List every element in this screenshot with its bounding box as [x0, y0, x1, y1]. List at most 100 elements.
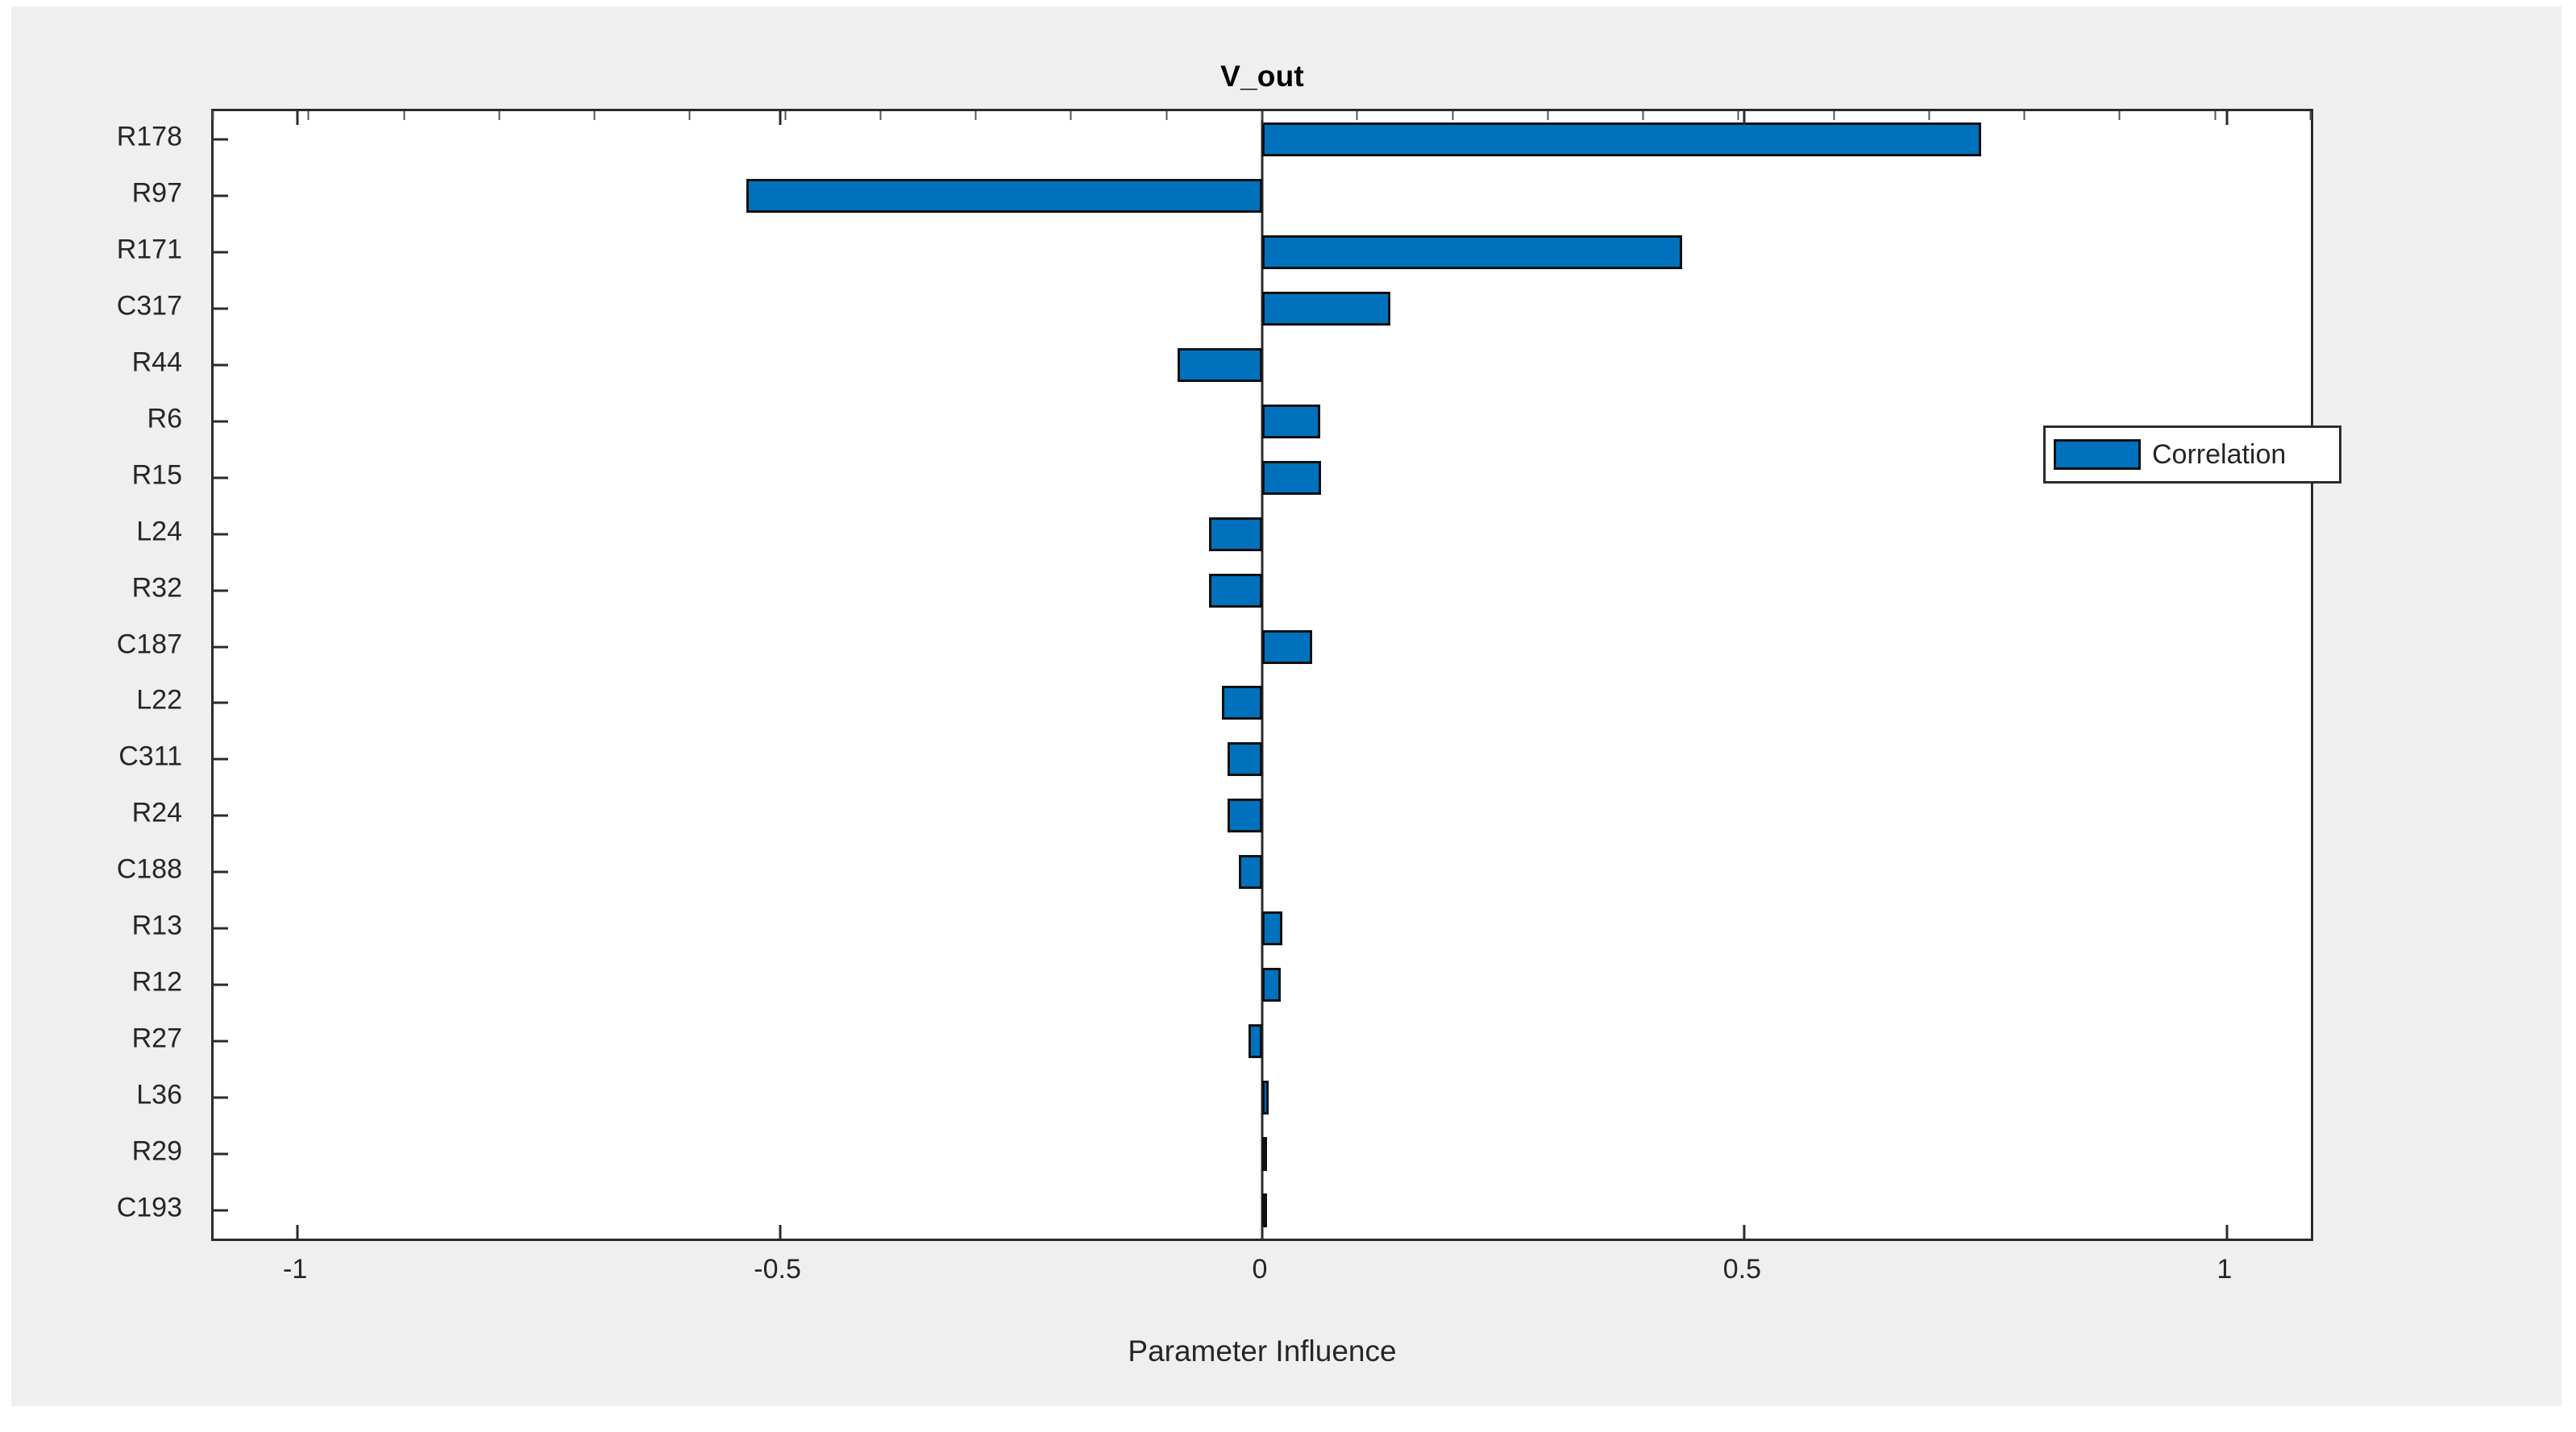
bar-r32[interactable]	[214, 573, 2311, 608]
y-tick-label-c193: C193	[116, 1192, 182, 1223]
y-tick-label-c188: C188	[116, 853, 182, 885]
y-tick-mark-c188	[214, 870, 228, 874]
x-tick-mark-top-1	[2225, 111, 2229, 125]
y-tick-mark-c317	[214, 307, 228, 310]
x-minor-tick-top	[2023, 111, 2025, 120]
bar-rect-l24	[1209, 517, 1262, 551]
bar-rect-c317	[1262, 291, 1391, 326]
bar-c188[interactable]	[214, 855, 2311, 890]
x-minor-tick-top	[1737, 111, 1739, 120]
x-minor-tick-top	[1070, 111, 1072, 120]
x-minor-tick-top	[1547, 111, 1549, 120]
y-tick-mark-c193	[214, 1209, 228, 1212]
bar-rect-r97	[746, 178, 1262, 213]
bar-l24[interactable]	[214, 517, 2311, 551]
y-tick-label-r32: R32	[131, 572, 182, 604]
x-tick-mark-0_5	[1743, 1225, 1746, 1239]
bar-rect-r15	[1262, 460, 1321, 495]
y-tick-mark-r24	[214, 814, 228, 817]
figure-edge-top	[0, 0, 2576, 6]
y-tick-label-l36: L36	[136, 1079, 182, 1110]
bar-r29[interactable]	[214, 1137, 2311, 1172]
bar-rect-r13	[1262, 911, 1283, 946]
x-minor-tick-top	[1261, 111, 1263, 120]
bar-rect-r6	[1262, 404, 1320, 438]
y-tick-label-r6: R6	[147, 403, 182, 434]
y-tick-label-c311: C311	[118, 741, 182, 772]
y-tick-mark-r32	[214, 589, 228, 592]
x-tick-label-neg0_5: -0.5	[754, 1254, 801, 1285]
bar-r178[interactable]	[214, 122, 2311, 156]
y-tick-mark-r6	[214, 420, 228, 423]
plot-axes	[211, 109, 2313, 1241]
bar-rect-l36	[1262, 1081, 1269, 1115]
bar-r15[interactable]	[214, 460, 2311, 495]
x-minor-tick-top	[593, 111, 596, 120]
bar-rect-r24	[1227, 799, 1262, 833]
y-tick-mark-l36	[214, 1096, 228, 1099]
y-tick-mark-r171	[214, 251, 228, 254]
y-tick-label-c317: C317	[116, 290, 182, 322]
bar-r171[interactable]	[214, 235, 2311, 269]
bar-c317[interactable]	[214, 291, 2311, 326]
y-tick-mark-l22	[214, 701, 228, 704]
bar-rect-r12	[1262, 968, 1281, 1002]
x-minor-tick-top	[1452, 111, 1454, 120]
y-tick-label-r171: R171	[116, 234, 182, 265]
y-tick-mark-c311	[214, 758, 228, 761]
x-minor-tick-top	[498, 111, 501, 120]
legend-swatch-correlation	[2054, 439, 2141, 470]
bar-rect-r171	[1262, 235, 1682, 269]
bar-rect-l22	[1221, 686, 1262, 720]
bar-r6[interactable]	[214, 404, 2311, 438]
x-tick-mark-neg0_5	[779, 1225, 782, 1239]
bar-rect-c193	[1262, 1193, 1267, 1227]
y-tick-mark-r29	[214, 1152, 228, 1156]
bar-rect-r178	[1262, 122, 1981, 156]
bar-r97[interactable]	[214, 178, 2311, 213]
x-minor-tick-top	[2309, 111, 2312, 120]
x-minor-tick-top	[2214, 111, 2217, 120]
x-minor-tick-top	[1165, 111, 1168, 120]
bar-l22[interactable]	[214, 686, 2311, 720]
figure-window: V_out R178 R97 R171 C317 R44 R6 R15 L24 R32 C187 L…	[0, 0, 2576, 1432]
y-tick-mark-r178	[214, 138, 228, 141]
figure-edge-bottom	[0, 1406, 2576, 1432]
bar-c187[interactable]	[214, 629, 2311, 664]
legend-box[interactable]: Correlation	[2043, 425, 2341, 484]
bar-c311[interactable]	[214, 742, 2311, 777]
x-minor-tick-top	[974, 111, 977, 120]
y-tick-mark-r15	[214, 476, 228, 479]
bar-l36[interactable]	[214, 1081, 2311, 1115]
y-tick-mark-r97	[214, 194, 228, 197]
y-tick-mark-r27	[214, 1040, 228, 1043]
x-minor-tick-top	[1928, 111, 1930, 120]
x-minor-tick-top	[403, 111, 405, 120]
x-tick-label-1: 1	[2217, 1254, 2233, 1285]
y-tick-label-r24: R24	[131, 797, 182, 828]
y-tick-label-r27: R27	[131, 1023, 182, 1054]
bar-r44[interactable]	[214, 347, 2311, 382]
bar-r24[interactable]	[214, 799, 2311, 833]
x-axis-label: Parameter Influence	[1128, 1334, 1397, 1368]
legend-label-correlation: Correlation	[2152, 438, 2287, 470]
y-tick-mark-r12	[214, 983, 228, 986]
bar-r12[interactable]	[214, 968, 2311, 1002]
y-tick-label-r12: R12	[131, 966, 182, 998]
bar-c193[interactable]	[214, 1193, 2311, 1227]
x-minor-tick-top	[688, 111, 691, 120]
bar-r27[interactable]	[214, 1024, 2311, 1059]
chart-title: V_out	[1220, 60, 1304, 93]
y-tick-mark-r13	[214, 927, 228, 930]
x-tick-label-neg1: -1	[283, 1254, 308, 1285]
x-minor-tick-top	[1356, 111, 1358, 120]
x-minor-tick-top	[1642, 111, 1644, 120]
plot-area	[212, 111, 2312, 1239]
bar-rect-r27	[1249, 1024, 1262, 1059]
x-minor-tick-top	[879, 111, 882, 120]
x-tick-mark-top-neg1	[296, 111, 299, 125]
x-tick-mark-top-neg0_5	[779, 111, 782, 125]
bar-r13[interactable]	[214, 911, 2311, 946]
x-tick-mark-top-0_5	[1743, 111, 1746, 125]
bar-rect-c311	[1227, 742, 1262, 777]
